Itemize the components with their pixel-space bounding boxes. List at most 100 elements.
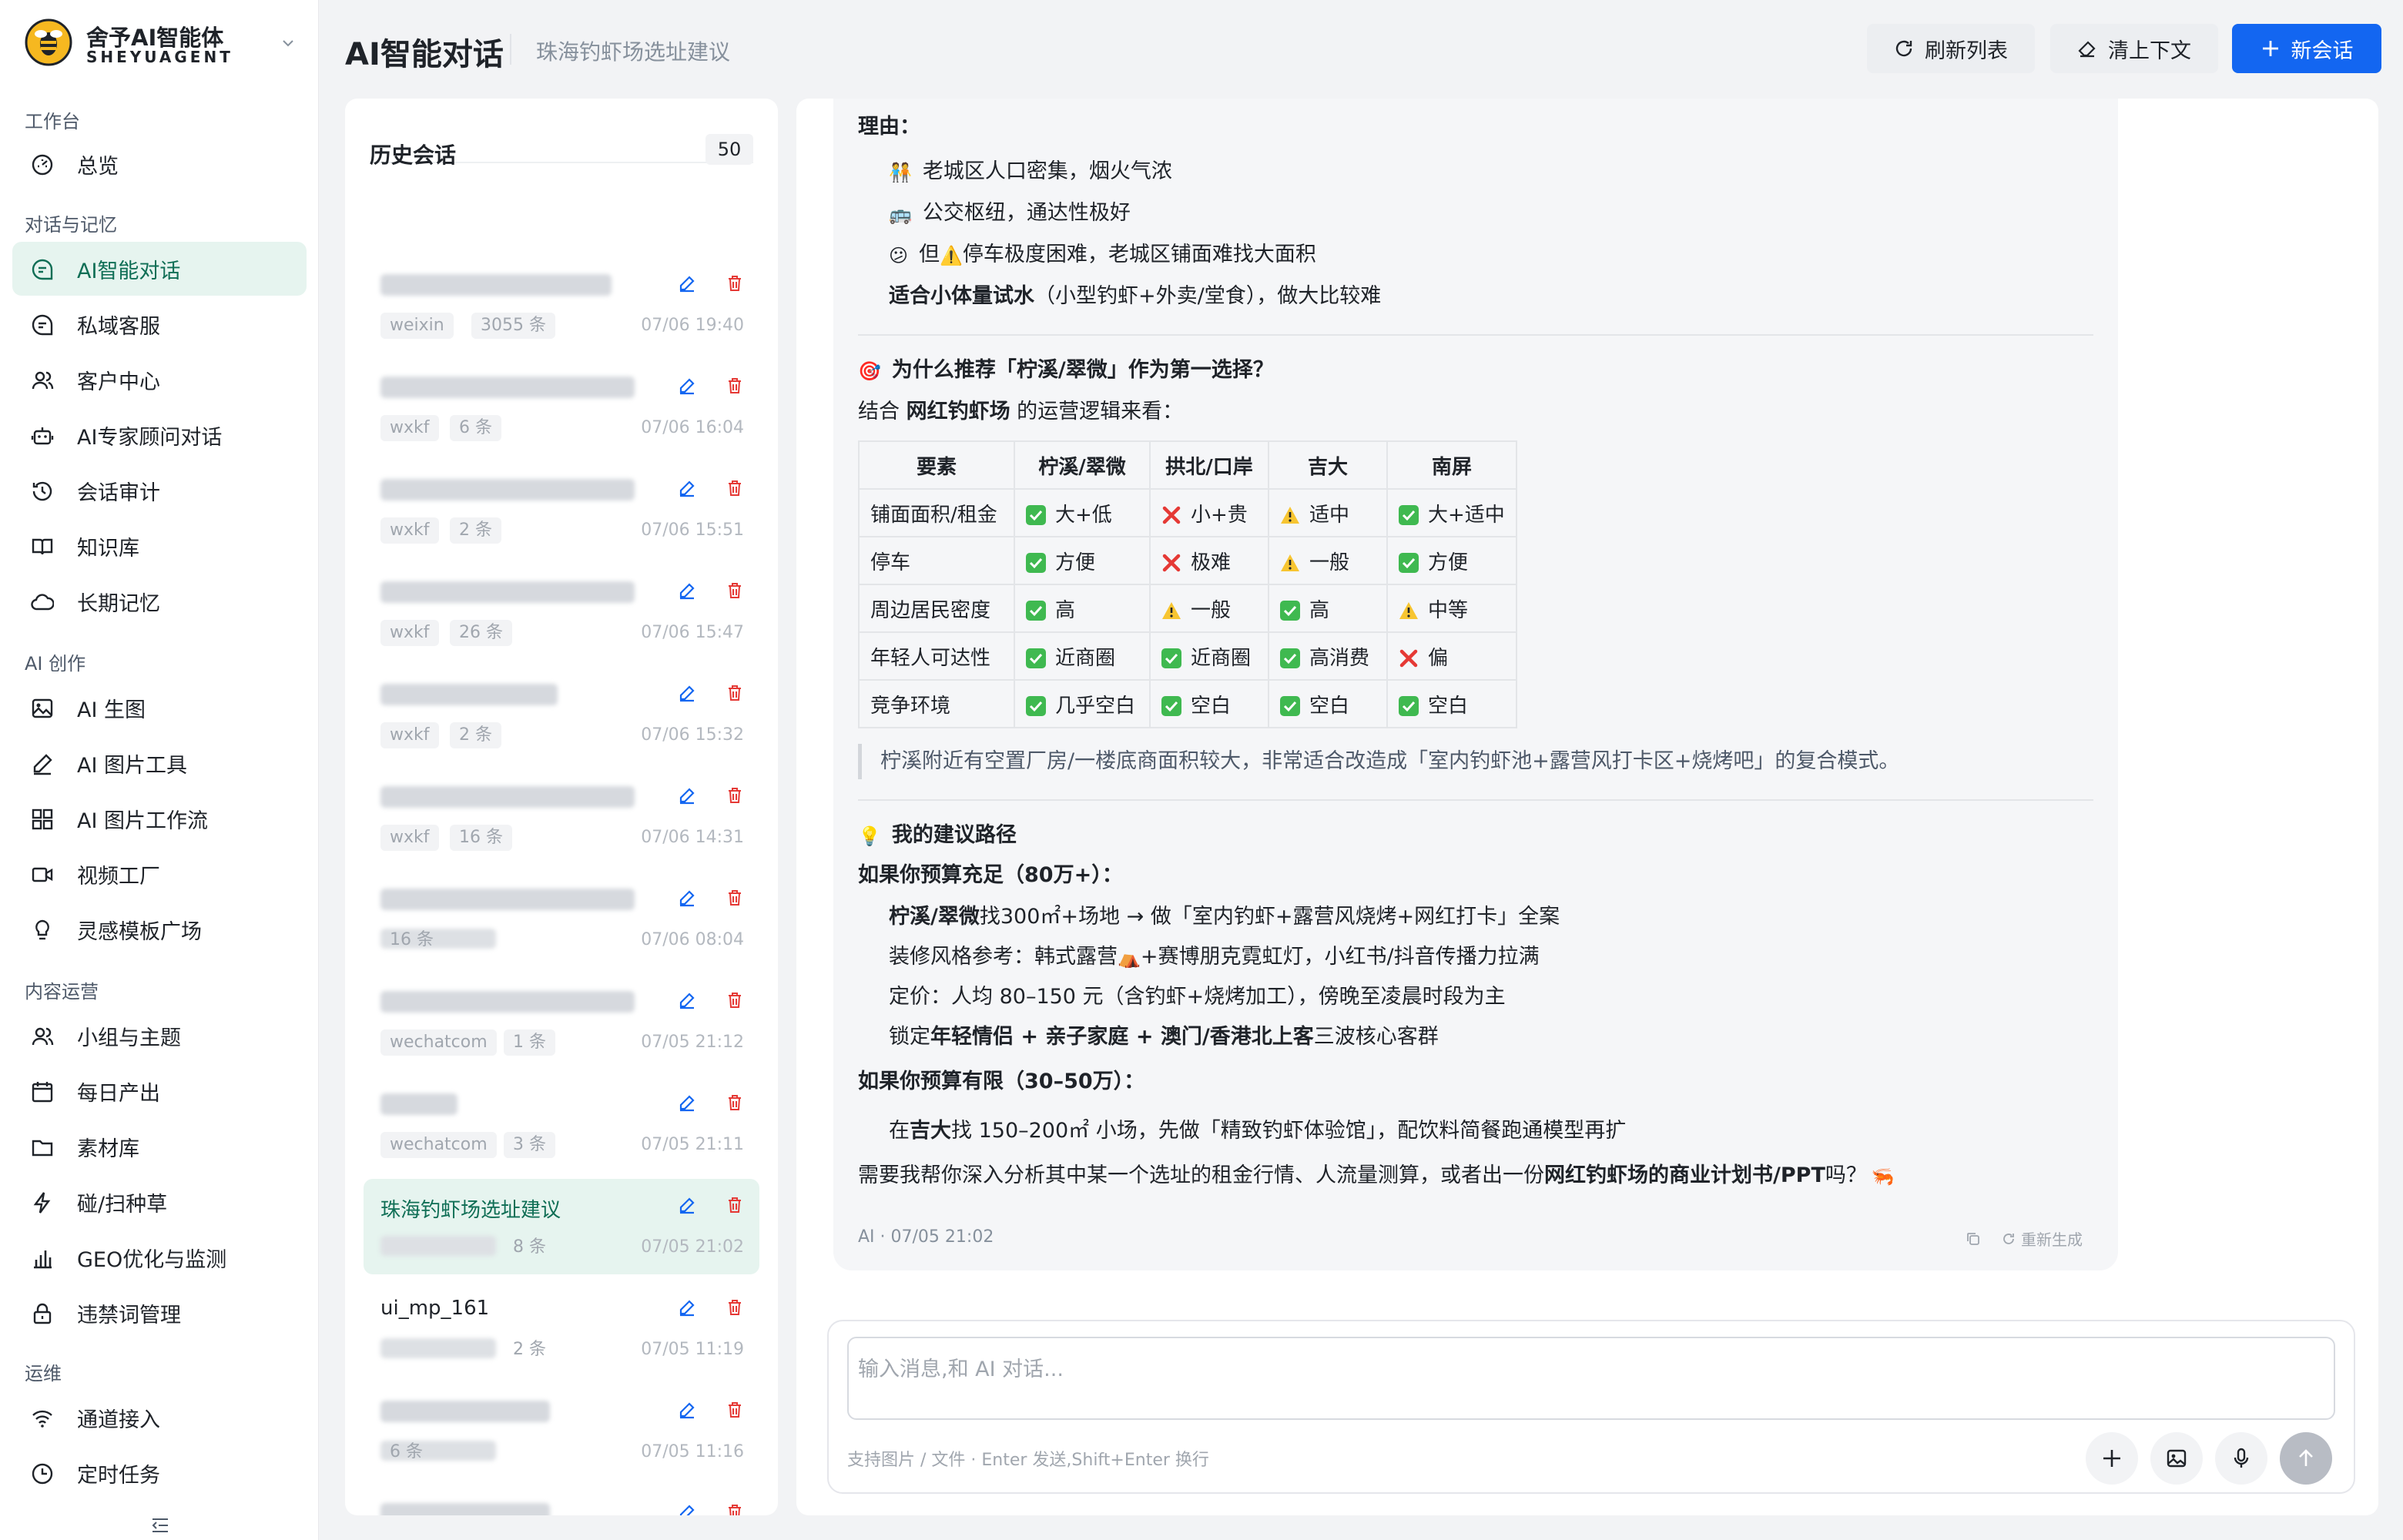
edit-icon[interactable]	[678, 1093, 696, 1112]
nav-item-geo[interactable]: GEO优化与监测	[12, 1230, 307, 1284]
message-input[interactable]	[847, 1337, 2335, 1420]
edit-icon[interactable]	[678, 581, 696, 600]
delete-icon[interactable]	[726, 684, 744, 702]
voice-input-button[interactable]	[2215, 1432, 2267, 1485]
history-item[interactable]: 12 条07/05 11:15	[364, 1486, 759, 1515]
table-cell: 空白	[1149, 679, 1269, 728]
table-cell: 近商圈	[1149, 631, 1269, 681]
attach-button[interactable]	[2086, 1432, 2138, 1485]
history-icon	[32, 481, 52, 501]
delete-icon[interactable]	[726, 1503, 744, 1515]
nav-item-audit[interactable]: 会话审计	[12, 464, 307, 517]
target-icon: 🎯	[858, 360, 881, 382]
nav-item-inspiration[interactable]: 灵感模板广场	[12, 902, 307, 956]
nav-item-image-tools[interactable]: AI 图片工具	[12, 736, 307, 790]
delete-icon[interactable]	[726, 479, 744, 497]
delete-icon[interactable]	[726, 991, 744, 1009]
brand[interactable]: 舍予AI智能体 SHEYUAGENT	[25, 18, 302, 68]
awkward-face-icon: 😕	[889, 244, 909, 266]
nav-item-video[interactable]: 视频工厂	[12, 847, 307, 901]
nav-item-image-workflow[interactable]: AI 图片工作流	[12, 792, 307, 845]
section-path: 💡 我的建议路径	[858, 818, 1017, 848]
nav-item-materials[interactable]: 素材库	[12, 1120, 307, 1173]
chevron-down-icon[interactable]	[279, 34, 297, 52]
cell-text: 小+贵	[1191, 503, 1248, 527]
closing-b: 网红钓虾场的商业计划书/PPT	[1544, 1163, 1825, 1187]
rich4-a: 锁定	[889, 1025, 930, 1049]
delete-icon[interactable]	[726, 1298, 744, 1317]
image-upload-button[interactable]	[2150, 1432, 2203, 1485]
history-item[interactable]: wxkf 2 条 07/06 15:51	[364, 462, 759, 557]
grid-icon	[32, 808, 53, 830]
nav-item-daily[interactable]: 每日产出	[12, 1064, 307, 1118]
delete-icon[interactable]	[726, 1401, 744, 1419]
clear-context-button[interactable]: 清上下文	[2050, 24, 2218, 73]
history-item[interactable]: wechatcom 3 条 07/05 21:11	[364, 1076, 759, 1172]
history-item[interactable]: weixin 3055 条 07/06 19:40	[364, 257, 759, 353]
wifi-icon	[32, 1410, 52, 1428]
regenerate-icon	[2003, 1233, 2014, 1244]
nav-item-overview[interactable]: 总览	[12, 137, 307, 191]
regenerate-button[interactable]: 重新生成	[2021, 1227, 2083, 1250]
edit-icon[interactable]	[678, 1503, 696, 1515]
plus-icon	[2103, 1450, 2120, 1467]
delete-icon[interactable]	[726, 1093, 744, 1112]
closing-line: 需要我帮你深入分析其中某一个选址的租金行情、人流量测算，或者出一份网红钓虾场的商…	[858, 1158, 1895, 1188]
edit-icon[interactable]	[678, 889, 696, 907]
nav-item-groups[interactable]: 小组与主题	[12, 1009, 307, 1063]
history-item-msg-count: 3055 条	[471, 313, 555, 339]
edit-icon[interactable]	[678, 274, 696, 293]
limited-budget-title: 如果你预算有限（30–50万）：	[858, 1070, 1145, 1093]
history-item-title-redacted	[380, 1401, 550, 1422]
history-item[interactable]: wechatcom 1 条 07/05 21:12	[364, 974, 759, 1070]
edit-icon[interactable]	[678, 1196, 696, 1214]
check-mark-icon	[1399, 505, 1419, 525]
history-item[interactable]: wxkf 6 条 07/06 16:04	[364, 360, 759, 455]
edit-icon[interactable]	[678, 1401, 696, 1419]
history-item-channel: wxkf	[380, 825, 439, 851]
nav-item-ai-chat[interactable]: AI智能对话	[12, 242, 307, 296]
nav-item-seeding[interactable]: 碰/扫种草	[12, 1175, 307, 1229]
nav-item-ai-image[interactable]: AI 生图	[12, 681, 307, 735]
nav-item-expert[interactable]: AI专家顾问对话	[12, 408, 307, 462]
nav-item-label: 每日产出	[77, 1081, 160, 1106]
reason-line: 🧑‍🤝‍🧑 老城区人口密集，烟火气浓	[889, 154, 1172, 184]
nav-item-scheduled[interactable]: 定时任务	[12, 1446, 307, 1500]
history-item[interactable]: 16 条 07/06 08:04	[364, 872, 759, 967]
delete-icon[interactable]	[726, 889, 744, 907]
check-mark-icon	[1026, 553, 1046, 573]
nav-item-channels[interactable]: 通道接入	[12, 1391, 307, 1445]
send-button[interactable]	[2280, 1432, 2332, 1485]
warning-icon	[1281, 554, 1299, 571]
nav-item-customers[interactable]: 客户中心	[12, 353, 307, 407]
reason-text: 老城区人口密集，烟火气浓	[922, 159, 1172, 183]
history-item[interactable]: 6 条 07/05 11:16	[364, 1384, 759, 1479]
copy-icon[interactable]	[1966, 1231, 1981, 1247]
nav-item-knowledge[interactable]: 知识库	[12, 519, 307, 573]
delete-icon[interactable]	[726, 1196, 744, 1214]
edit-icon[interactable]	[678, 991, 696, 1009]
edit-icon[interactable]	[678, 377, 696, 395]
history-item[interactable]: wxkf 2 条 07/06 15:32	[364, 667, 759, 762]
nav-item-banned-words[interactable]: 违禁词管理	[12, 1286, 307, 1340]
history-item-msg-count: 6 条	[450, 415, 501, 441]
warning-icon	[1281, 507, 1299, 524]
delete-icon[interactable]	[726, 377, 744, 395]
row-label: 周边居民密度	[858, 584, 1015, 633]
delete-icon[interactable]	[726, 274, 744, 293]
collapse-sidebar-icon[interactable]	[151, 1517, 169, 1534]
edit-icon[interactable]	[678, 684, 696, 702]
history-item[interactable]: 珠海钓虾场选址建议 8 条 07/05 21:02	[364, 1179, 759, 1274]
edit-icon[interactable]	[678, 479, 696, 497]
refresh-list-button[interactable]: 刷新列表	[1867, 24, 2035, 73]
new-chat-button[interactable]: 新会话	[2232, 24, 2381, 73]
delete-icon[interactable]	[726, 786, 744, 805]
edit-icon[interactable]	[678, 786, 696, 805]
nav-item-private-service[interactable]: 私域客服	[12, 297, 307, 351]
nav-item-memory[interactable]: 长期记忆	[12, 574, 307, 628]
history-item[interactable]: ui_mp_161 2 条 07/05 11:19	[364, 1281, 759, 1377]
history-item[interactable]: wxkf 26 条 07/06 15:47	[364, 564, 759, 660]
history-item[interactable]: wxkf 16 条 07/06 14:31	[364, 769, 759, 865]
edit-icon[interactable]	[678, 1298, 696, 1317]
delete-icon[interactable]	[726, 581, 744, 600]
